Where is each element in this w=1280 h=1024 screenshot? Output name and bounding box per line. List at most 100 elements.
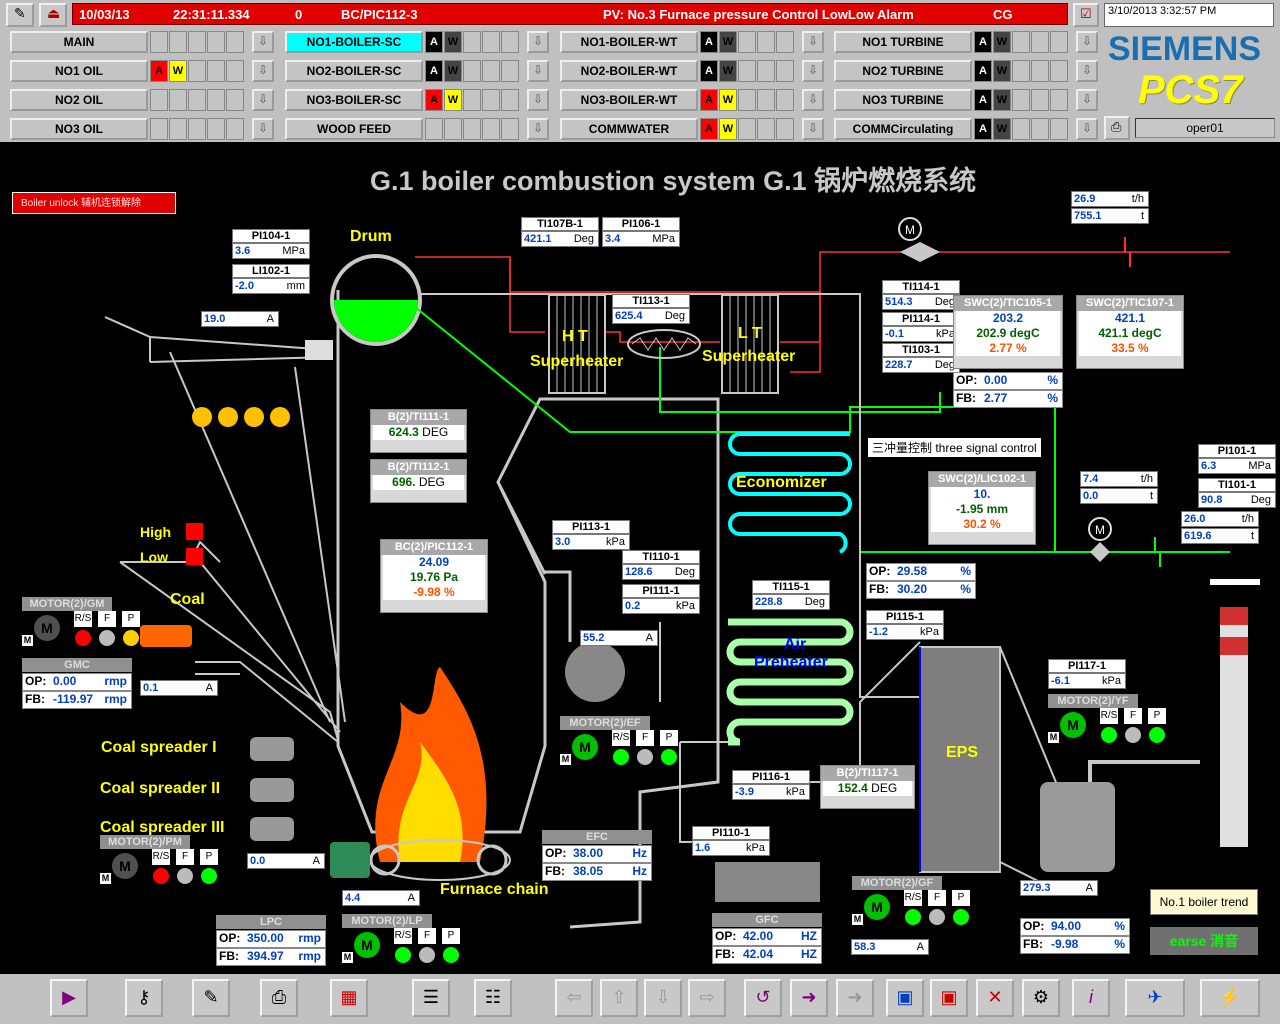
coal-spreader-3-motor[interactable] (250, 817, 294, 841)
nav-button[interactable]: NO3 OIL (10, 118, 148, 140)
nav-button[interactable]: NO2-BOILER-WT (560, 60, 698, 82)
coal-spreader-2-motor[interactable] (250, 778, 294, 802)
nav-button[interactable]: NO3 TURBINE (834, 89, 972, 111)
nav-button[interactable]: MAIN (10, 31, 148, 53)
motor-gm-f-button[interactable]: F (98, 611, 116, 627)
list-icon[interactable]: ☰ (412, 979, 450, 1017)
acknowledge-button[interactable]: ☑ (1073, 3, 1099, 27)
pi114-value-box[interactable]: -0.1 kPa (882, 326, 960, 342)
flow1b-value-box[interactable]: 755.1 t (1071, 208, 1149, 224)
motor-lp-p-button[interactable]: P (442, 928, 460, 944)
lic102-faceplate[interactable]: SWC(2)/LIC102-1 10. -1.95 mm 30.2 % (928, 471, 1036, 545)
flow2b-value-box[interactable]: 619.6 t (1181, 528, 1259, 544)
tic107-faceplate[interactable]: SWC(2)/TIC107-1 421.1 421.1 degC 33.5 % (1076, 295, 1184, 369)
nav-button[interactable]: NO2-BOILER-SC (285, 60, 423, 82)
ti111-box[interactable]: B(2)/TI111-1 624.3 DEG (370, 409, 467, 453)
gfAmp-value-box[interactable]: 58.3 A (851, 939, 929, 955)
gfc-op-row[interactable]: OP: 42.00 HZ (712, 928, 822, 946)
pic112-faceplate[interactable]: BC(2)/PIC112-1 24.09 19.76 Pa -9.98 % (380, 539, 488, 613)
motor-lp-rs-button[interactable]: R/S (394, 928, 412, 944)
exhaust-fan[interactable] (565, 642, 625, 702)
area-down-arrow-icon[interactable]: ⇩ (802, 89, 824, 111)
ti115-value-box[interactable]: 228.8 Deg (752, 594, 830, 610)
motor-gm-p-button[interactable]: P (122, 611, 140, 627)
motor-gf-p-button[interactable]: P (952, 890, 970, 906)
motor-ef-icon[interactable]: M (572, 734, 598, 760)
motor-pm-p-button[interactable]: P (200, 849, 218, 865)
exit-icon-button[interactable]: ⏏ (39, 3, 67, 27)
lpc-fb-row[interactable]: FB: 394.97 rmp (216, 948, 326, 966)
area-down-arrow-icon[interactable]: ⇩ (802, 31, 824, 53)
arrow-left-icon[interactable]: ⇦ (555, 979, 593, 1017)
efc-op-row[interactable]: OP: 38.00 Hz (542, 845, 652, 863)
motor-gf-f-button[interactable]: F (928, 890, 946, 906)
valve2-fb-row[interactable]: FB: 30.20% (866, 581, 976, 599)
nav-button[interactable]: NO2 TURBINE (834, 60, 972, 82)
nav-button[interactable]: NO1 OIL (10, 60, 148, 82)
arrow-down-icon[interactable]: ⇩ (644, 979, 682, 1017)
pi113-value-box[interactable]: 3.0 kPa (552, 534, 630, 550)
gmc-fb-row[interactable]: FB: -119.97 rmp (22, 691, 132, 709)
settings-icon[interactable]: ⚙ (1022, 979, 1060, 1017)
nav-button[interactable]: COMMWATER (560, 118, 698, 140)
coal-spreader-1-motor[interactable] (250, 737, 294, 761)
conv-value-box[interactable]: 19.0 A (201, 311, 279, 327)
arrow-right-icon[interactable]: ⇨ (688, 979, 726, 1017)
area-down-arrow-icon[interactable]: ⇩ (802, 118, 824, 140)
pi104-value-box[interactable]: 3.6 MPa (232, 243, 310, 259)
info-icon[interactable]: i (1072, 979, 1110, 1017)
li102-value-box[interactable]: -2.0 mm (232, 278, 310, 294)
pi111-value-box[interactable]: 0.2 kPa (622, 598, 700, 614)
induced-draft-fan[interactable] (1040, 782, 1115, 872)
nav-button[interactable]: NO1-BOILER-WT (560, 31, 698, 53)
trend-chart-icon[interactable]: ▦ (330, 979, 368, 1017)
tic105-faceplate[interactable]: SWC(2)/TIC105-1 203.2 202.9 degC 2.77 % (953, 295, 1063, 369)
efAmp-value-box[interactable]: 55.2 A (580, 630, 658, 646)
pmAmp-value-box[interactable]: 0.0 A (247, 853, 325, 869)
area-down-arrow-icon[interactable]: ⇩ (1076, 60, 1098, 82)
print-report-icon[interactable]: ⎙ (260, 979, 298, 1017)
pi101-value-box[interactable]: 6.3 MPa (1198, 458, 1276, 474)
motor-lp-icon[interactable]: M (354, 932, 380, 958)
area-down-arrow-icon[interactable]: ⇩ (527, 118, 549, 140)
arrow-up-icon[interactable]: ⇧ (600, 979, 638, 1017)
motor-gf-rs-button[interactable]: R/S (904, 890, 922, 906)
motor-gm-rs-button[interactable]: R/S (74, 611, 92, 627)
ti107b-value-box[interactable]: 421.1 Deg (521, 231, 599, 247)
new-icon-button[interactable]: ✎ (6, 3, 34, 27)
trend-icon[interactable]: ⚡ (1200, 979, 1260, 1017)
valve-motor-feed[interactable]: M (1088, 517, 1112, 541)
motor-pm-icon[interactable]: M (112, 853, 138, 879)
motor-ef-rs-button[interactable]: R/S (612, 730, 630, 746)
boiler-trend-button[interactable]: No.1 boiler trend (1150, 889, 1258, 915)
motor-pm-rs-button[interactable]: R/S (152, 849, 170, 865)
forward-disabled-icon[interactable]: ➜ (836, 979, 874, 1017)
motor-ef-p-button[interactable]: P (660, 730, 678, 746)
new-report-icon[interactable]: ✎ (192, 979, 230, 1017)
motor-yf-rs-button[interactable]: R/S (1100, 708, 1118, 724)
nav-button[interactable]: NO1 TURBINE (834, 31, 972, 53)
efc-fb-row[interactable]: FB: 38.05 Hz (542, 863, 652, 881)
area-down-arrow-icon[interactable]: ⇩ (527, 31, 549, 53)
pi115-value-box[interactable]: -1.2 kPa (866, 624, 944, 640)
nav-button[interactable]: NO1-BOILER-SC (285, 31, 423, 53)
ti110-value-box[interactable]: 128.6 Deg (622, 564, 700, 580)
coal-feeder-gearmotor[interactable] (140, 625, 192, 647)
area-down-arrow-icon[interactable]: ⇩ (252, 118, 274, 140)
area-down-arrow-icon[interactable]: ⇩ (252, 60, 274, 82)
list2-icon[interactable]: ☷ (474, 979, 512, 1017)
area-down-arrow-icon[interactable]: ⇩ (1076, 89, 1098, 111)
pi116-value-box[interactable]: -3.9 kPa (732, 784, 810, 800)
lpAmp-value-box[interactable]: 4.4 A (342, 890, 420, 906)
conveyor-motor[interactable] (305, 340, 333, 360)
print-button[interactable]: ⎙ (1104, 116, 1130, 140)
yfc-fb-row[interactable]: FB: -9.98% (1020, 936, 1130, 954)
area-down-arrow-icon[interactable]: ⇩ (1076, 118, 1098, 140)
ti117-box[interactable]: B(2)/TI117-1 152.4 DEG (820, 765, 915, 809)
alarm-list-icon[interactable]: ▣ (930, 979, 968, 1017)
boiler-unlock-button[interactable]: Boiler unlock 辅机连锁解除 (12, 192, 176, 214)
chain-gearmotor[interactable] (330, 842, 370, 878)
motor-gm-icon[interactable]: M (34, 615, 60, 641)
motor-yf-p-button[interactable]: P (1148, 708, 1166, 724)
undo-icon[interactable]: ↺ (744, 979, 782, 1017)
